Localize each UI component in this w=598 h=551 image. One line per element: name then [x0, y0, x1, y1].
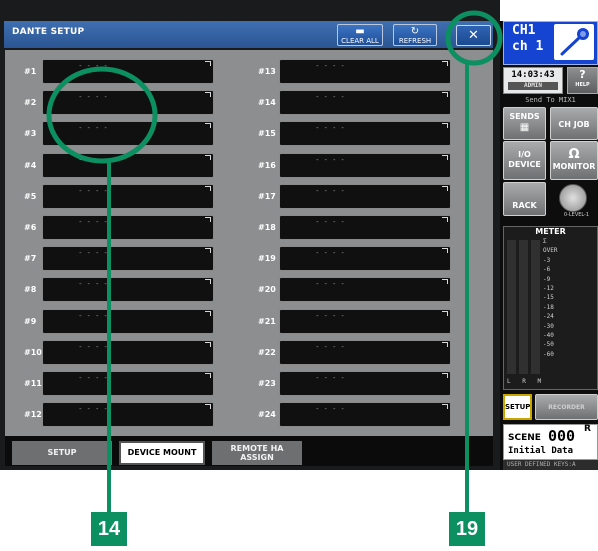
callout-14: 14	[91, 512, 127, 546]
callout-overlay	[46, 10, 503, 512]
callout-ring-14	[46, 66, 158, 164]
callout-19: 19	[449, 512, 485, 546]
callout-ring-19	[445, 10, 503, 66]
